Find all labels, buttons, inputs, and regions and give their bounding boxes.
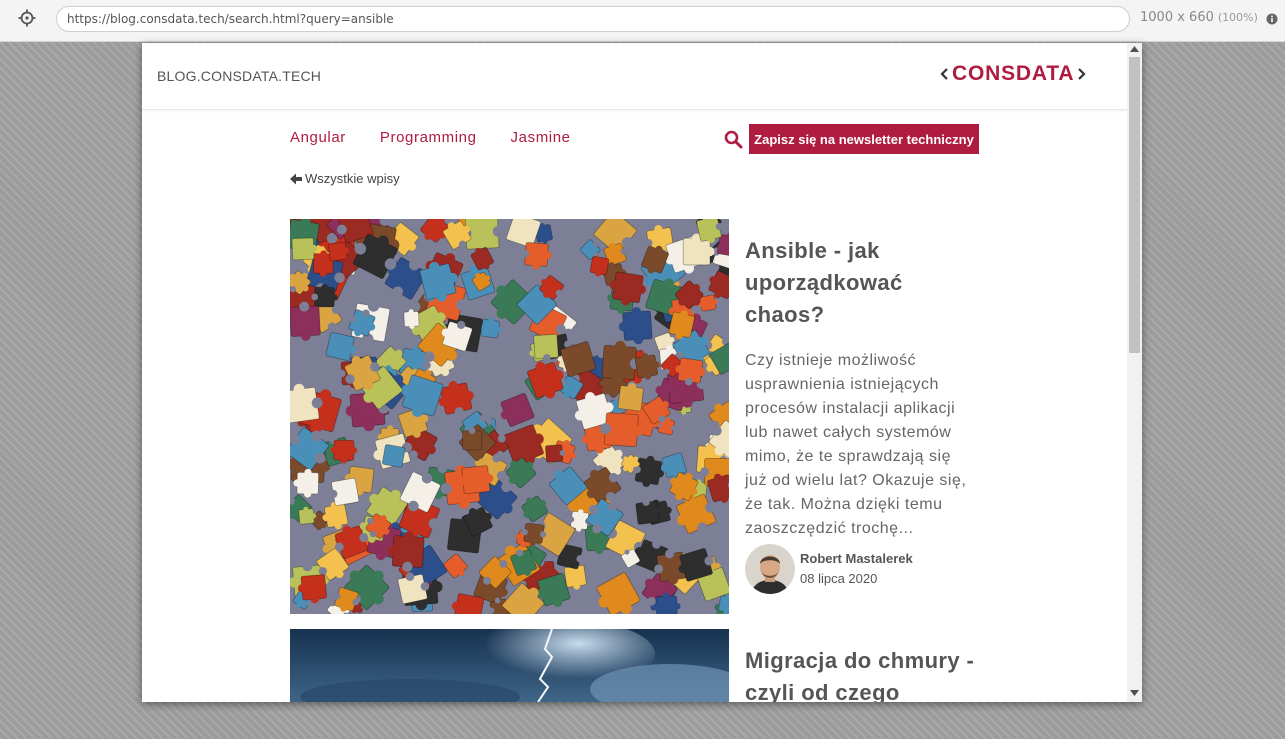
arrow-left-icon <box>290 173 302 184</box>
page-viewport: BLOG.CONSDATA.TECH CONSDATA Angular Prog… <box>142 43 1142 702</box>
browser-toolbar: 1000 x 660(100%) <box>0 0 1285 42</box>
crosshair-icon[interactable] <box>18 9 36 27</box>
scroll-up-arrow-icon[interactable] <box>1130 46 1139 52</box>
post-excerpt: Czy istnieje możliwość usprawnienia istn… <box>745 352 967 537</box>
all-posts-label: Wszystkie wpisy <box>305 171 400 186</box>
post-date: 08 lipca 2020 <box>800 571 878 586</box>
avatar <box>745 544 795 594</box>
category-nav: Angular Programming Jasmine <box>290 129 605 146</box>
search-icon[interactable] <box>724 130 743 149</box>
post-card[interactable]: Migracja do chmury - czyli od czego <box>290 629 979 702</box>
nav-link-jasmine[interactable]: Jasmine <box>511 129 571 146</box>
post-body: Ansible - jak uporządkować chaos? Czy is… <box>745 219 975 594</box>
scroll-down-arrow-icon[interactable] <box>1130 690 1139 696</box>
all-posts-link[interactable]: Wszystkie wpisy <box>290 171 400 186</box>
nav-link-programming[interactable]: Programming <box>380 129 477 146</box>
viewport-dimensions: 1000 x 660 <box>1140 10 1214 25</box>
logo-text: CONSDATA <box>952 62 1075 85</box>
consdata-logo[interactable]: CONSDATA <box>939 63 1087 85</box>
post-image-storm[interactable] <box>290 629 729 702</box>
scroll-thumb[interactable] <box>1129 57 1140 353</box>
right-angle-icon <box>1078 68 1086 80</box>
left-angle-icon <box>940 68 948 80</box>
viewport-size-readout: 1000 x 660 (100%) <box>1140 10 1258 25</box>
url-input[interactable] <box>56 6 1130 32</box>
newsletter-button[interactable]: Zapisz się na newsletter techniczny <box>749 124 979 154</box>
post-image-puzzle[interactable] <box>290 219 729 614</box>
post-body: Migracja do chmury - czyli od czego <box>745 629 975 702</box>
author-meta: Robert Mastalerek 08 lipca 2020 <box>800 549 913 589</box>
post-title[interactable]: Migracja do chmury - czyli od czego <box>745 645 975 702</box>
site-name-link[interactable]: BLOG.CONSDATA.TECH <box>157 68 321 84</box>
post-card[interactable]: Ansible - jak uporządkować chaos? Czy is… <box>290 219 979 614</box>
post-title[interactable]: Ansible - jak uporządkować chaos? <box>745 235 975 331</box>
info-icon[interactable] <box>1266 13 1278 25</box>
author-name[interactable]: Robert Mastalerek <box>800 549 913 569</box>
zoom-level: (100%) <box>1217 11 1258 24</box>
site-header: BLOG.CONSDATA.TECH CONSDATA <box>142 43 1127 110</box>
scrollbar[interactable] <box>1127 43 1142 702</box>
post-author: Robert Mastalerek 08 lipca 2020 <box>745 544 913 594</box>
nav-link-angular[interactable]: Angular <box>290 129 346 146</box>
